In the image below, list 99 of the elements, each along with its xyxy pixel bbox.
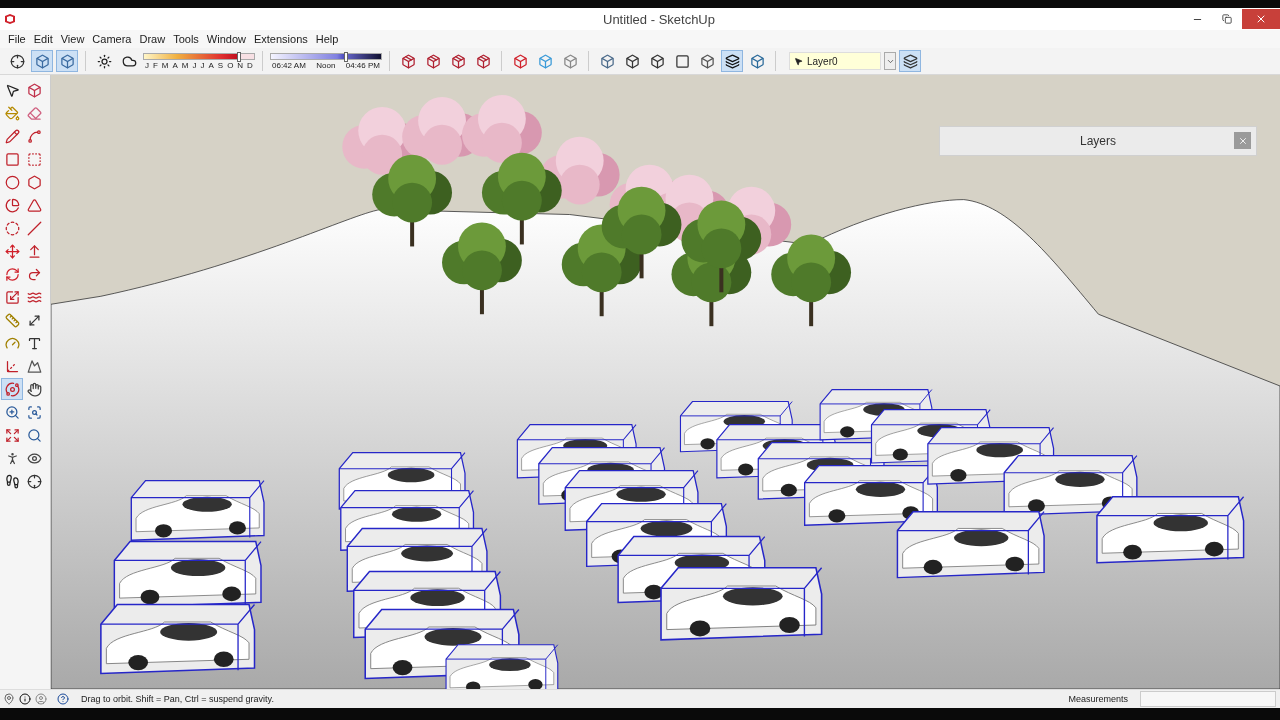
zoom-icon xyxy=(4,404,20,420)
close-icon xyxy=(1237,135,1248,146)
triangle-icon xyxy=(26,197,42,213)
user-icon xyxy=(35,693,47,705)
expand-icon xyxy=(4,427,20,443)
orbit-tool[interactable] xyxy=(1,378,23,400)
menu-item[interactable]: File xyxy=(4,33,30,45)
month-label: J xyxy=(192,60,197,70)
dashed-square-icon xyxy=(26,151,42,167)
hand-icon xyxy=(26,381,42,397)
orbit-icon xyxy=(4,381,20,397)
curved-arrow-icon xyxy=(26,266,42,282)
status-hint: Drag to orbit. Shift = Pan, Ctrl = suspend gravity. xyxy=(81,694,274,704)
box-icon xyxy=(599,53,615,69)
box-icon xyxy=(699,53,715,69)
pointer-icon xyxy=(4,82,20,98)
menu-item[interactable]: Edit xyxy=(29,33,57,45)
menu-item[interactable]: View xyxy=(56,33,89,45)
month-label: J xyxy=(145,60,149,70)
sun-icon xyxy=(96,53,112,69)
menu-item[interactable]: Tools xyxy=(169,33,203,45)
info-icon xyxy=(19,693,31,705)
menu-item[interactable]: Draw xyxy=(135,33,170,45)
ruler-icon xyxy=(4,312,20,328)
hexagon-icon xyxy=(26,174,42,190)
month-label: D xyxy=(247,60,253,70)
menu-item[interactable]: Window xyxy=(202,33,250,45)
box-icon xyxy=(624,53,640,69)
month-label: J xyxy=(200,60,205,70)
slider-thumb[interactable] xyxy=(236,51,241,62)
layers-button[interactable] xyxy=(721,50,743,72)
time-label: 04:46 PM xyxy=(345,60,380,70)
month-label: M xyxy=(181,60,189,70)
app-logo-icon xyxy=(4,13,16,25)
cloud-icon xyxy=(121,53,137,69)
eraser-icon xyxy=(26,105,42,121)
cube-icon xyxy=(562,53,578,69)
zoom-window-icon xyxy=(26,404,42,420)
package-icon xyxy=(475,53,491,69)
crosshair-icon xyxy=(26,473,42,489)
month-label: M xyxy=(161,60,169,70)
crosshair-icon xyxy=(9,53,25,69)
eye-icon xyxy=(26,450,42,466)
time-label: Noon xyxy=(316,60,336,70)
layer-name: Layer0 xyxy=(807,55,838,67)
search-icon xyxy=(26,427,42,443)
help-icon[interactable] xyxy=(57,693,69,705)
dropdown-button[interactable] xyxy=(884,52,896,70)
cube-icon xyxy=(537,53,553,69)
layer-field[interactable]: Layer0 xyxy=(789,52,881,70)
paint-bucket-icon xyxy=(4,105,20,121)
gauge-icon xyxy=(4,335,20,351)
scale-icon xyxy=(4,289,20,305)
box-icon xyxy=(749,53,765,69)
box-icon xyxy=(59,53,75,69)
time-label: 06:42 AM xyxy=(272,60,306,70)
layers-button[interactable] xyxy=(899,50,921,72)
month-label: O xyxy=(227,60,234,70)
square-icon xyxy=(4,151,20,167)
menu-item[interactable]: Extensions xyxy=(249,33,312,45)
layers-icon xyxy=(724,53,740,69)
restore-icon xyxy=(1222,14,1232,24)
package-icon xyxy=(400,53,416,69)
slider-thumb[interactable] xyxy=(343,51,348,62)
month-label: A xyxy=(172,60,178,70)
measurements-label: Measurements xyxy=(1068,694,1128,704)
month-label: A xyxy=(208,60,214,70)
move-icon xyxy=(4,243,20,259)
pointer-icon xyxy=(794,56,803,66)
dashed-circle-icon xyxy=(4,220,20,236)
layers-icon xyxy=(902,53,918,69)
package-icon xyxy=(425,53,441,69)
rotate-icon xyxy=(4,266,20,282)
panel-title: Layers xyxy=(1080,134,1116,148)
text-icon xyxy=(26,335,42,351)
pie-icon xyxy=(4,197,20,213)
diagonal-arrow-icon xyxy=(26,312,42,328)
footprints-icon xyxy=(4,473,20,489)
square-icon xyxy=(674,53,690,69)
package-icon xyxy=(450,53,466,69)
close-icon xyxy=(1255,13,1267,25)
box-icon xyxy=(34,53,50,69)
menu-item[interactable]: Camera xyxy=(88,33,136,45)
measurements-field[interactable] xyxy=(1140,691,1276,707)
circle-icon xyxy=(4,174,20,190)
window-title: Untitled - SketchUp xyxy=(603,11,715,27)
month-label: S xyxy=(217,60,224,70)
pencil-icon xyxy=(4,128,20,144)
month-label: F xyxy=(153,60,158,70)
cube-icon xyxy=(512,53,528,69)
spline-icon xyxy=(26,128,42,144)
mountain-icon xyxy=(26,358,42,374)
menu-item[interactable]: Help xyxy=(311,33,343,45)
box-icon xyxy=(649,53,665,69)
box-icon xyxy=(26,82,42,98)
month-label: N xyxy=(237,60,244,70)
axes-icon xyxy=(4,358,20,374)
slash-icon xyxy=(26,220,42,236)
pin-icon xyxy=(3,693,15,705)
